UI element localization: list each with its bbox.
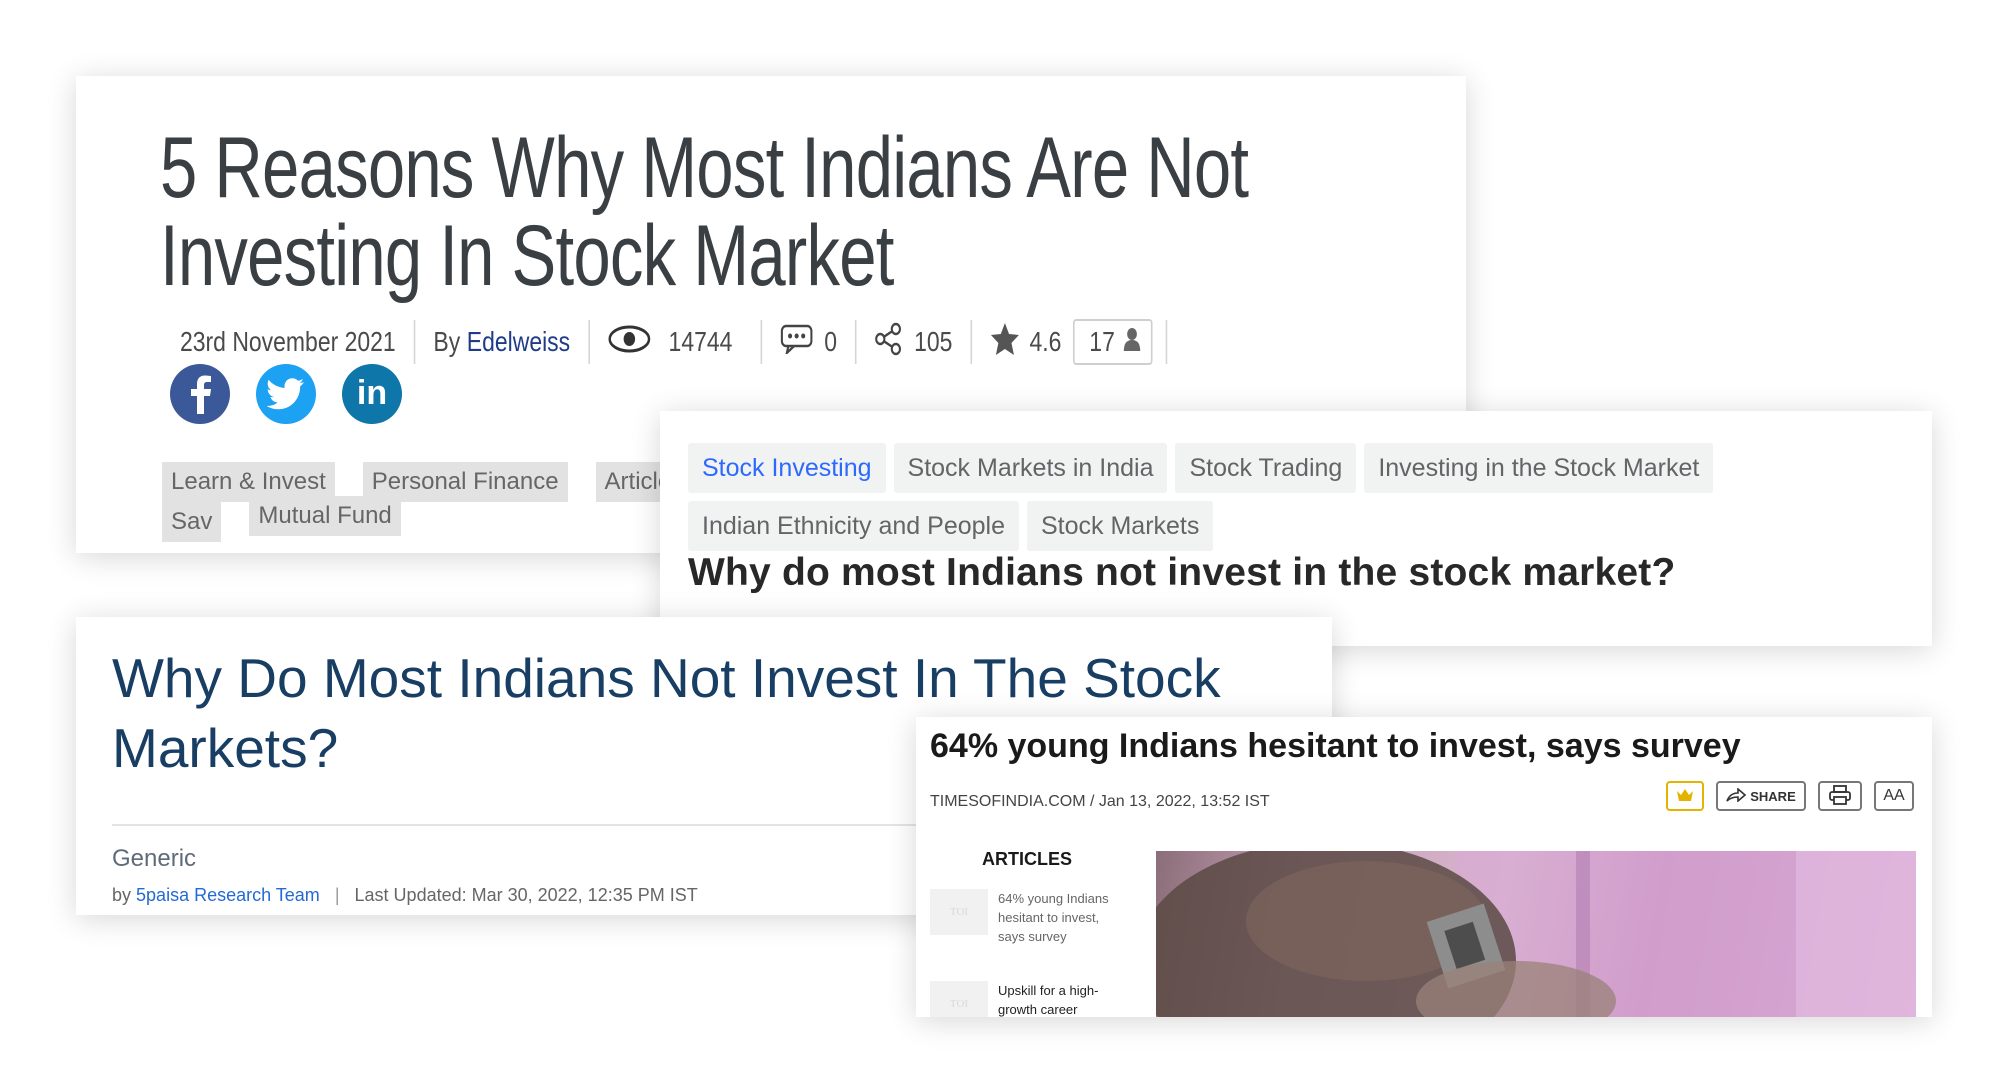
share-count: 105 [914, 326, 953, 357]
title-line-2: Investing In Stock Market [160, 208, 894, 304]
divider [855, 320, 857, 364]
question-title[interactable]: Why do most Indians not invest in the st… [688, 551, 1676, 595]
printer-icon [1829, 784, 1851, 808]
article-photo [1156, 851, 1916, 1017]
byline-label: By [433, 326, 461, 357]
linkedin-icon[interactable]: in [342, 364, 402, 424]
byline: by 5paisa Research Team | Last Updated: … [112, 885, 698, 906]
author-link[interactable]: Edelweiss [467, 326, 570, 358]
divider [588, 320, 590, 364]
comment-icon[interactable] [780, 324, 813, 361]
print-button[interactable] [1818, 781, 1862, 811]
view-count: 14744 [668, 326, 733, 357]
twitter-icon[interactable] [256, 364, 316, 424]
star-icon[interactable] [990, 322, 1020, 363]
article-meta: 23rd November 2021 By Edelweiss 14744 0 … [180, 314, 1185, 370]
divider [760, 320, 762, 364]
social-share-buttons: in [170, 364, 402, 424]
divider [1165, 320, 1168, 364]
share-button[interactable]: SHARE [1716, 781, 1806, 811]
source-dateline: TIMESOFINDIA.COM / Jan 13, 2022, 13:52 I… [930, 793, 1270, 810]
articles-heading: ARTICLES [982, 849, 1072, 869]
toi-article-card: 64% young Indians hesitant to invest, sa… [916, 717, 1932, 1017]
byline-label: by [112, 885, 132, 905]
currency-note-photo [1156, 851, 1916, 1017]
article-thumbnail: TOI [930, 981, 988, 1017]
eye-icon [608, 324, 651, 361]
topic-investing-stock-market[interactable]: Investing in the Stock Market [1364, 443, 1714, 493]
category-label: Generic [112, 845, 197, 872]
tag-list: Learn & Invest Personal Finance Article … [162, 462, 702, 542]
rating-count: 17 [1089, 326, 1115, 357]
quora-question-card: Stock Investing Stock Markets in India S… [660, 411, 1932, 646]
tag-savings[interactable]: Sav [162, 502, 222, 542]
publish-date: 23rd November 2021 [180, 326, 396, 357]
rating-value: 4.6 [1029, 326, 1062, 357]
article-list-title: Upskill for a high-growth career [998, 983, 1099, 1017]
facebook-icon[interactable] [170, 364, 230, 424]
comment-count: 0 [824, 326, 838, 357]
crown-icon [1676, 788, 1694, 805]
share-label: SHARE [1750, 788, 1796, 804]
divider [970, 320, 973, 364]
last-updated: Last Updated: Mar 30, 2022, 12:35 PM IST [354, 885, 698, 905]
topic-list: Stock Investing Stock Markets in India S… [688, 443, 1888, 551]
byline-separator: | [334, 885, 340, 905]
rating-count-box: 17 [1072, 319, 1153, 365]
article-list-title: 64% young Indians hesitant to invest, sa… [998, 891, 1109, 944]
topic-stock-markets-india[interactable]: Stock Markets in India [893, 443, 1168, 493]
article-list-item[interactable]: TOI 64% young Indians hesitant to invest… [930, 889, 1110, 946]
topic-stock-trading[interactable]: Stock Trading [1175, 443, 1357, 493]
divider [413, 320, 416, 364]
share-icon[interactable] [875, 322, 903, 363]
font-size-button[interactable]: AA [1874, 781, 1914, 811]
article-title: 5 Reasons Why Most Indians Are Not Inves… [160, 120, 1249, 304]
topic-indian-ethnicity[interactable]: Indian Ethnicity and People [688, 501, 1019, 551]
article-list-item[interactable]: TOI Upskill for a high-growth career [930, 981, 1110, 1017]
article-thumbnail: TOI [930, 889, 988, 935]
bookmark-button[interactable] [1666, 781, 1704, 811]
topic-stock-markets[interactable]: Stock Markets [1027, 501, 1214, 551]
article-headline: 64% young Indians hesitant to invest, sa… [930, 727, 1741, 765]
author-link[interactable]: 5paisa Research Team [136, 885, 320, 905]
user-icon [1123, 326, 1141, 358]
tag-mutual-fund[interactable]: Mutual Fund [249, 496, 401, 536]
article-toolbar: SHARE AA [1666, 781, 1914, 811]
title-line-1: 5 Reasons Why Most Indians Are Not [160, 120, 1249, 216]
topic-stock-investing[interactable]: Stock Investing [688, 443, 886, 493]
share-arrow-icon [1726, 786, 1747, 805]
